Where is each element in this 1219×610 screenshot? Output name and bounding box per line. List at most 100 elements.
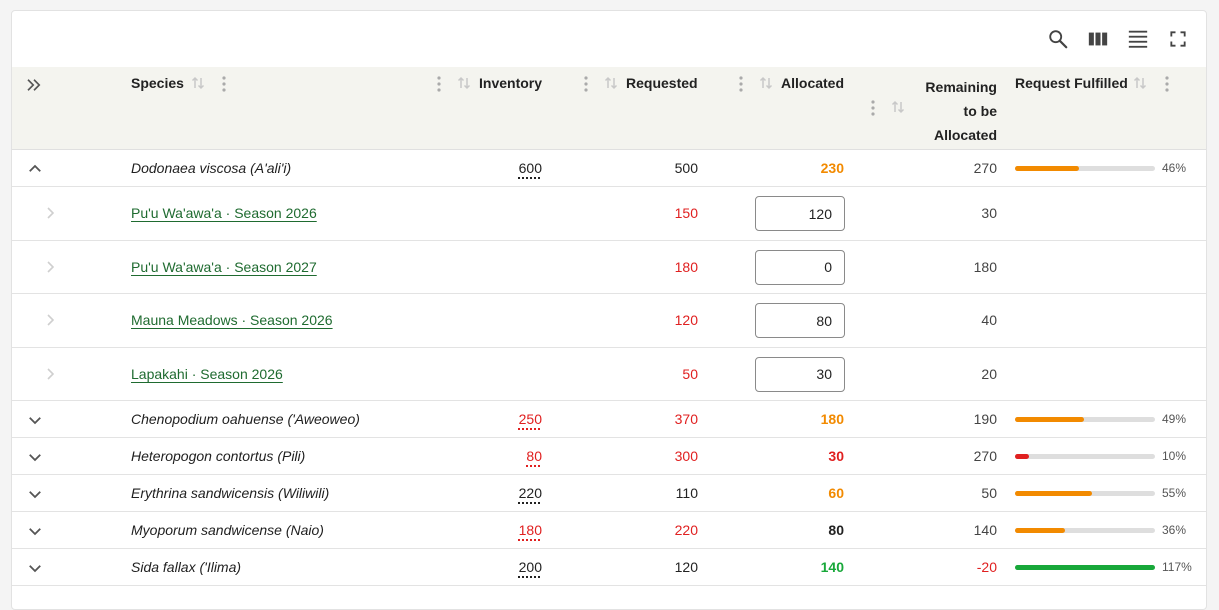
expand-request-button[interactable]	[44, 259, 58, 275]
expand-request-button[interactable]	[44, 366, 58, 382]
sort-icon[interactable]	[1133, 76, 1147, 90]
expand-row-button[interactable]	[26, 485, 44, 503]
fulfilled-percent: 49%	[1162, 412, 1187, 426]
requested-value: 150	[674, 205, 698, 221]
density-button[interactable]	[1126, 27, 1150, 51]
chevron-down-icon	[29, 491, 41, 499]
inventory-value[interactable]: 250	[519, 411, 542, 428]
header-request-fulfilled[interactable]: Request Fulfilled	[1015, 75, 1128, 91]
remaining-value: 270	[973, 448, 997, 464]
remaining-value: 180	[973, 258, 997, 275]
column-menu-icon[interactable]	[738, 76, 744, 92]
requested-value: 120	[674, 312, 698, 328]
fulfilled-progress-fill	[1015, 454, 1029, 459]
fulfilled-percent: 36%	[1162, 523, 1187, 537]
sort-icon[interactable]	[759, 76, 773, 90]
requested-value: 300	[674, 448, 698, 464]
collapse-row-button[interactable]	[26, 160, 44, 178]
fulfilled-progress-fill	[1015, 528, 1066, 533]
fulfilled-progress-fill	[1015, 166, 1080, 171]
species-row[interactable]: Sida fallax ('Ilima) 200 120 140 -20 117…	[12, 549, 1206, 586]
search-button[interactable]	[1046, 27, 1070, 51]
chevron-right-icon	[47, 207, 55, 219]
expand-row-button[interactable]	[26, 411, 44, 429]
fulfilled-progress-fill	[1015, 565, 1155, 570]
allocated-input[interactable]	[755, 249, 845, 285]
fulfilled-progress-bar	[1015, 491, 1155, 496]
chevron-right-icon	[47, 260, 55, 273]
header-allocated[interactable]: Allocated	[781, 75, 844, 91]
fullscreen-icon	[1170, 31, 1186, 47]
allocated-input[interactable]	[755, 196, 845, 231]
column-menu-icon[interactable]	[583, 76, 589, 92]
column-menu-icon[interactable]	[221, 76, 227, 92]
request-link[interactable]: Pu'u Wa'awa'a · Season 2026	[131, 205, 317, 222]
inventory-value[interactable]: 80	[526, 448, 542, 465]
species-name: Sida fallax ('Ilima)	[131, 559, 242, 575]
fulfilled-percent: 46%	[1162, 161, 1187, 175]
chevron-down-icon	[29, 454, 41, 462]
fulfilled-progress-bar	[1015, 417, 1155, 422]
inventory-value[interactable]: 180	[519, 522, 542, 539]
allocated-value: 230	[820, 160, 844, 176]
header-species[interactable]: Species	[131, 75, 184, 91]
expand-row-button[interactable]	[26, 448, 44, 466]
species-row[interactable]: Erythrina sandwicensis (Wiliwili) 220 11…	[12, 475, 1206, 512]
allocated-value: 60	[828, 485, 844, 501]
request-row: Pu'u Wa'awa'a · Season 2026 150 30	[12, 187, 1206, 241]
column-menu-icon[interactable]	[436, 76, 442, 92]
species-name: Erythrina sandwicensis (Wiliwili)	[131, 485, 330, 501]
table-header: Species Inventory Requested Allocated Re…	[12, 67, 1206, 150]
search-icon	[1049, 30, 1068, 49]
fulfilled-progress-bar	[1015, 454, 1155, 459]
expand-row-button[interactable]	[26, 559, 44, 577]
fulfilled-progress-bar	[1015, 166, 1155, 171]
species-row[interactable]: Chenopodium oahuense ('Aweoweo) 250 370 …	[12, 401, 1206, 438]
expand-all-button[interactable]	[25, 76, 43, 97]
species-name: Chenopodium oahuense ('Aweoweo)	[131, 411, 360, 427]
request-link[interactable]: Mauna Meadows · Season 2026	[131, 312, 333, 329]
species-row[interactable]: Heteropogon contortus (Pili) 80 300 30 2…	[12, 438, 1206, 475]
sort-icon[interactable]	[604, 76, 618, 90]
fulfilled-percent: 10%	[1162, 449, 1187, 463]
remaining-value: 40	[981, 312, 997, 328]
species-name: Myoporum sandwicense (Naio)	[131, 522, 324, 538]
sort-icon[interactable]	[457, 76, 471, 90]
remaining-value: 20	[981, 365, 997, 382]
column-menu-icon[interactable]	[870, 100, 876, 116]
columns-button[interactable]	[1086, 27, 1110, 51]
sort-icon[interactable]	[191, 76, 205, 90]
allocated-input[interactable]	[755, 303, 845, 338]
fulfilled-progress-bar	[1015, 565, 1155, 570]
requested-value: 180	[674, 258, 698, 275]
fullscreen-button[interactable]	[1166, 27, 1190, 51]
inventory-value[interactable]: 200	[519, 559, 542, 576]
allocated-input[interactable]	[755, 356, 845, 392]
inventory-value[interactable]: 600	[519, 160, 542, 177]
inventory-value[interactable]: 220	[519, 485, 542, 502]
density-icon	[1128, 30, 1148, 48]
species-row[interactable]: Dodonaea viscosa (A'ali'i) 600 500 230 2…	[12, 150, 1206, 187]
request-link[interactable]: Lapakahi · Season 2026	[131, 366, 283, 383]
header-remaining-line2: to be	[963, 103, 997, 119]
allocated-value: 180	[820, 411, 844, 427]
species-row[interactable]: Myoporum sandwicense (Naio) 180 220 80 1…	[12, 512, 1206, 549]
table-toolbar	[12, 11, 1206, 67]
header-remaining[interactable]: Remaining to be Allocated	[925, 75, 997, 147]
header-inventory[interactable]: Inventory	[479, 75, 542, 91]
request-link[interactable]: Pu'u Wa'awa'a · Season 2027	[131, 259, 317, 276]
column-menu-icon[interactable]	[1164, 76, 1170, 92]
expand-row-button[interactable]	[26, 522, 44, 540]
chevron-right-icon	[47, 314, 55, 326]
header-remaining-line3: Allocated	[933, 127, 997, 143]
remaining-value: 30	[981, 205, 997, 221]
fulfilled-progress-fill	[1015, 491, 1092, 496]
expand-request-button[interactable]	[44, 205, 58, 221]
chevron-down-icon	[29, 417, 41, 425]
sort-icon[interactable]	[891, 100, 905, 114]
species-name: Dodonaea viscosa (A'ali'i)	[131, 160, 292, 176]
header-requested[interactable]: Requested	[626, 75, 698, 91]
requested-value: 500	[674, 160, 698, 176]
remaining-value: 50	[981, 485, 997, 501]
expand-request-button[interactable]	[44, 312, 58, 328]
